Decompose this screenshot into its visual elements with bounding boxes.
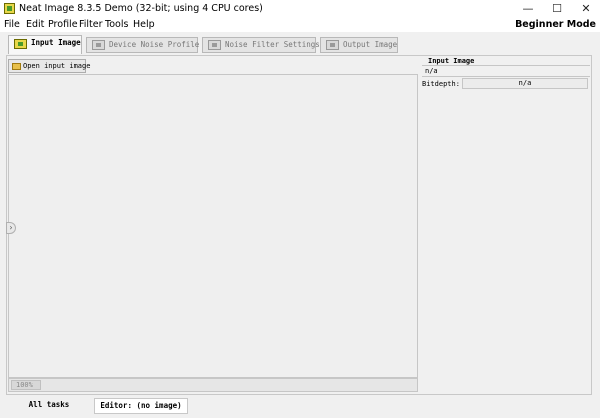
- menu-bar: File Edit Profile Filter Tools Help Begi…: [0, 18, 600, 32]
- mode-toggle[interactable]: Beginner Mode: [515, 19, 596, 30]
- output-image-icon: [326, 40, 339, 50]
- menu-help[interactable]: Help: [133, 19, 155, 30]
- input-image-info-panel: Input Image n/a Bitdepth: n/a: [420, 57, 590, 91]
- tab-noise-filter-settings[interactable]: Noise Filter Settings: [202, 37, 320, 53]
- tab-device-noise-profile[interactable]: Device Noise Profile: [86, 37, 200, 53]
- menu-edit[interactable]: Edit: [26, 19, 44, 30]
- zoom-bar: 100%: [8, 378, 418, 392]
- app-icon: [4, 3, 15, 14]
- zoom-level-field[interactable]: 100%: [11, 380, 41, 390]
- tab-strip: Input Image Device Noise Profile Noise F…: [0, 34, 600, 54]
- image-filename-value: n/a: [422, 66, 590, 77]
- menu-profile[interactable]: Profile: [48, 19, 78, 30]
- editor-tab[interactable]: Editor: (no image): [94, 398, 188, 414]
- folder-icon: [12, 63, 21, 70]
- all-tasks-tab[interactable]: All tasks: [8, 398, 90, 414]
- menu-filter[interactable]: Filter: [79, 19, 103, 30]
- tab-label: Noise Filter Settings: [225, 40, 320, 49]
- bitdepth-value: n/a: [462, 78, 588, 89]
- input-image-icon: [14, 39, 27, 49]
- tab-label: Input Image: [31, 38, 81, 47]
- open-input-image-label: Open input image: [23, 62, 91, 70]
- tab-label: Device Noise Profile: [109, 40, 200, 49]
- tab-input-image[interactable]: Input Image: [8, 35, 82, 54]
- bitdepth-label: Bitdepth:: [422, 80, 460, 88]
- menu-file[interactable]: File: [4, 19, 20, 30]
- title-bar: Neat Image 8.3.5 Demo (32-bit; using 4 C…: [0, 0, 600, 18]
- image-canvas[interactable]: [8, 74, 418, 378]
- filter-settings-icon: [208, 40, 221, 50]
- tab-label: Output Image: [343, 40, 398, 49]
- open-input-image-button[interactable]: Open input image: [8, 59, 90, 73]
- bottom-tab-bar: All tasks Editor: (no image): [0, 397, 600, 418]
- close-button[interactable]: ✕: [572, 0, 600, 18]
- menu-tools[interactable]: Tools: [105, 19, 128, 30]
- maximize-button[interactable]: ☐: [543, 0, 571, 18]
- minimize-button[interactable]: —: [514, 0, 542, 18]
- window-title: Neat Image 8.3.5 Demo (32-bit; using 4 C…: [19, 3, 263, 14]
- noise-profile-icon: [92, 40, 105, 50]
- tab-output-image[interactable]: Output Image: [320, 37, 398, 53]
- panel-title: Input Image: [422, 57, 590, 66]
